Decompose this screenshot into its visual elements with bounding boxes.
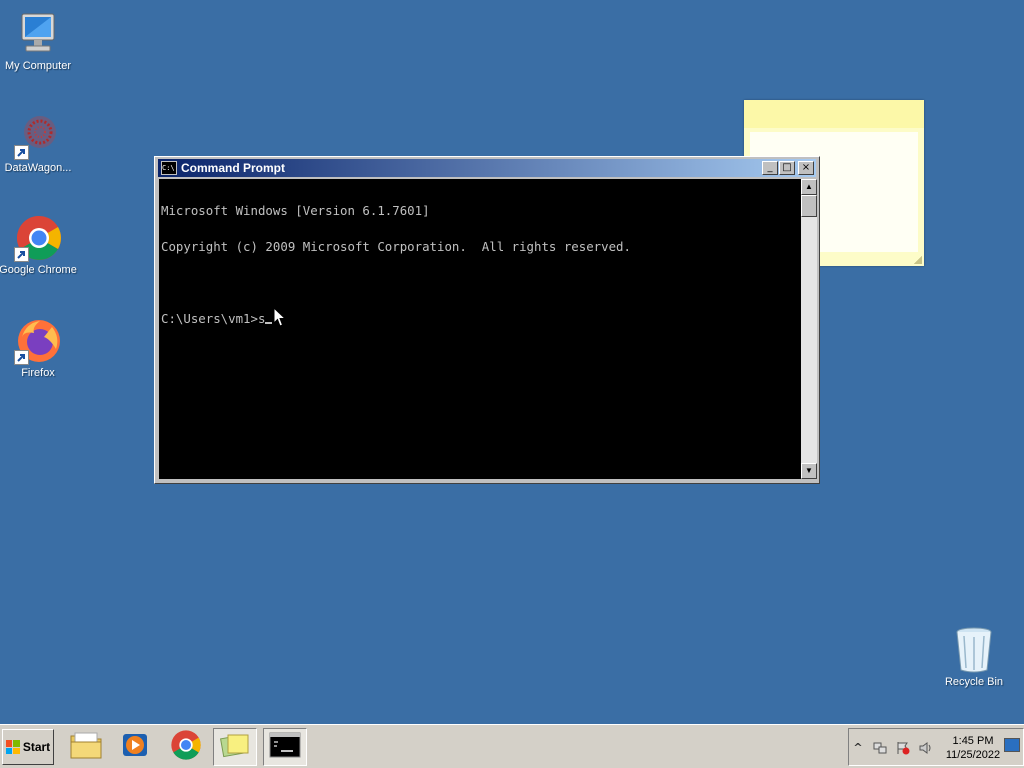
shortcut-arrow-icon xyxy=(14,350,29,365)
show-desktop-button[interactable] xyxy=(1004,738,1020,752)
desktop-icon-firefox[interactable]: Firefox xyxy=(0,317,78,379)
text-cursor xyxy=(265,322,273,324)
taskbar-item-command-prompt[interactable] xyxy=(263,728,307,766)
minimize-button[interactable]: _ xyxy=(762,161,778,175)
start-button[interactable]: Start xyxy=(2,729,54,765)
system-tray: ^ 1:45 PM 11/25/2022 xyxy=(848,728,1024,766)
console-input[interactable]: s xyxy=(258,311,265,326)
computer-icon xyxy=(14,10,62,58)
sticky-notes-icon xyxy=(220,731,250,764)
window-title: Command Prompt xyxy=(181,161,286,175)
taskbar-item-google-chrome[interactable] xyxy=(164,728,208,766)
media-player-icon xyxy=(120,730,150,765)
console-input-line[interactable]: C:\Users\vm1>s xyxy=(161,311,799,326)
firefox-icon xyxy=(14,317,62,365)
scroll-up-button[interactable]: ▲ xyxy=(801,179,817,195)
desktop-icon-datawagon[interactable]: DataWagon... xyxy=(0,112,78,174)
desktop-icon-label: Recycle Bin xyxy=(944,676,1004,688)
shortcut-arrow-icon xyxy=(14,247,29,262)
command-prompt-icon xyxy=(269,732,301,763)
show-hidden-icons-button[interactable]: ^ xyxy=(851,741,865,755)
console-prompt: C:\Users\vm1> xyxy=(161,311,258,326)
shortcut-arrow-icon xyxy=(14,145,29,160)
taskbar-item-sticky-notes[interactable] xyxy=(213,728,257,766)
desktop-icon-google-chrome[interactable]: Google Chrome xyxy=(0,214,78,276)
windows-logo-icon xyxy=(5,740,20,754)
maximize-button[interactable]: □ xyxy=(779,161,795,175)
console-line: Copyright (c) 2009 Microsoft Corporation… xyxy=(161,239,631,254)
scroll-down-button[interactable]: ▼ xyxy=(801,463,817,479)
vertical-scrollbar[interactable]: ▲ ▼ xyxy=(801,179,817,479)
chrome-icon xyxy=(170,729,202,766)
recycle-bin-icon xyxy=(950,626,998,674)
scroll-thumb[interactable] xyxy=(801,195,817,217)
chrome-icon xyxy=(14,214,62,262)
network-icon[interactable] xyxy=(873,741,887,755)
resize-grip-icon[interactable] xyxy=(914,256,922,264)
sticky-note-header[interactable] xyxy=(744,100,924,128)
clock-date: 11/25/2022 xyxy=(945,749,1001,761)
command-prompt-window[interactable]: C:\ Command Prompt _ □ × Microsoft Windo… xyxy=(154,156,820,484)
action-center-flag-icon[interactable] xyxy=(896,741,910,755)
datawagon-icon xyxy=(14,112,62,160)
clock-time: 1:45 PM xyxy=(952,735,994,747)
taskbar-item-windows-explorer[interactable] xyxy=(64,728,108,766)
mouse-pointer-icon xyxy=(273,306,287,333)
folder-icon xyxy=(69,730,103,765)
desktop-icon-label: Google Chrome xyxy=(0,264,77,276)
console-output[interactable]: Microsoft Windows [Version 6.1.7601] Cop… xyxy=(159,179,801,479)
clock[interactable]: 1:45 PM 11/25/2022 xyxy=(943,734,1003,762)
desktop-icon-my-computer[interactable]: My Computer xyxy=(0,10,78,72)
start-label: Start xyxy=(22,740,51,754)
desktop-icon-label: My Computer xyxy=(4,60,72,72)
console-line: Microsoft Windows [Version 6.1.7601] xyxy=(161,203,430,218)
taskbar-item-media-player[interactable] xyxy=(113,728,157,766)
desktop-icon-recycle-bin[interactable]: Recycle Bin xyxy=(934,626,1014,688)
taskbar: Start ^ 1:45 PM 11/25/2022 xyxy=(0,724,1024,768)
close-button[interactable]: × xyxy=(798,161,814,175)
desktop-icon-label: DataWagon... xyxy=(4,162,72,174)
volume-icon[interactable] xyxy=(919,741,933,755)
title-bar[interactable]: C:\ Command Prompt _ □ × xyxy=(158,159,816,177)
cmd-app-icon[interactable]: C:\ xyxy=(161,161,177,175)
desktop-icon-label: Firefox xyxy=(21,367,55,379)
